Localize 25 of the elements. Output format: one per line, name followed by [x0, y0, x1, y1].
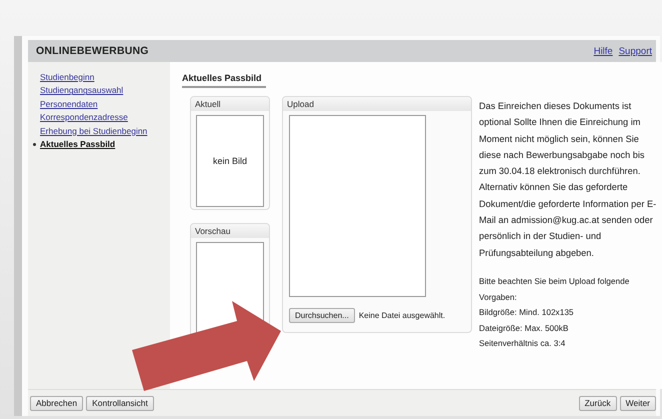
footer-button[interactable]: Kontrollansicht	[86, 396, 154, 410]
requirement-text: Dateigröße: Max. 500kB	[479, 322, 570, 335]
panel-title: Aktuell	[191, 97, 269, 111]
requirement-text: Seitenverhältnis ca. 3:4	[479, 337, 566, 350]
app-title: ONLINEBEWERBUNG	[36, 45, 149, 57]
header-link[interactable]: Hilfe	[594, 46, 613, 56]
sidebar-link[interactable]: Personendaten	[40, 98, 98, 109]
browse-button[interactable]: Durchsuchen...	[289, 308, 355, 323]
requirement-text: Bitte beachten Sie beim Upload folgende Vorgaben:	[479, 274, 630, 304]
info-text: Das Einreichen dieses Dokuments ist optional Sollte Ihnen die Einreichung im Moment nicht möglich sein, können Sie diese nach Bewerbungsabgabe noch bis zum 30.04.18 elektronisch durchführen. Alternativ können Sie das geforderte Dokument/die geforderte Information per E-Mail an admission@kug.ac.at senden oder persönlich in der Studien- und Prüfungsabteilung abgeben.	[479, 100, 658, 260]
footer-button[interactable]: Weiter	[620, 396, 656, 410]
header-link[interactable]: Support	[618, 46, 652, 56]
sidebar-link[interactable]: Korrespondenzadresse	[40, 112, 128, 122]
footer-button[interactable]: Abbrechen	[30, 396, 84, 410]
panel-title: Vorschau	[191, 224, 269, 238]
requirement-text: Bildgröße: Mind. 102x135	[479, 306, 575, 320]
footer-button[interactable]: Zurück	[578, 396, 617, 410]
empty-text: kein Bild	[212, 156, 248, 166]
file-status: Keine Datei ausgewählt.	[358, 311, 446, 320]
sidebar-link[interactable]: Studienbeginn	[40, 72, 94, 82]
sidebar-link[interactable]: Erhebung bei Studienbeginn	[40, 126, 148, 136]
panel-title: Upload	[283, 97, 471, 111]
tab[interactable]: Aktuelles Passbild	[182, 73, 266, 88]
sidebar-link[interactable]: Studiengangsauswahl	[40, 85, 124, 96]
sidebar-link[interactable]: Aktuelles Passbild	[40, 139, 116, 150]
